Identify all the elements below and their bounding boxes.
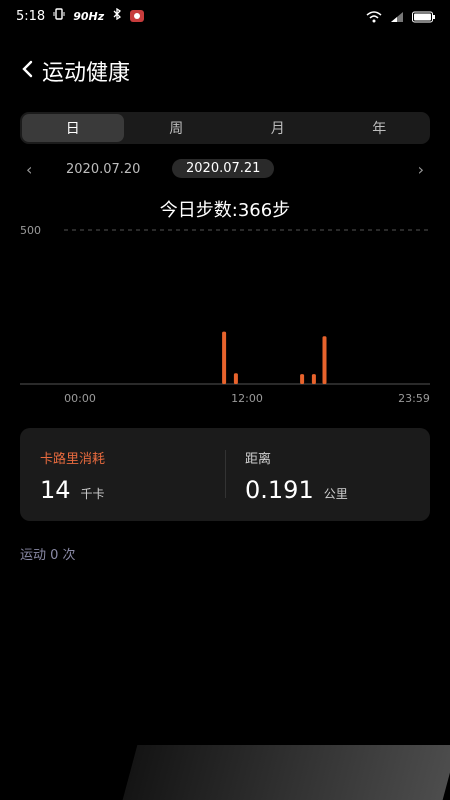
status-right bbox=[366, 8, 436, 27]
vibrate-icon bbox=[53, 8, 65, 24]
step-bar bbox=[222, 331, 227, 384]
tab-day[interactable]: 日 bbox=[22, 114, 124, 142]
calories-section: 卡路里消耗 14 千卡 bbox=[20, 428, 225, 521]
distance-section: 距离 0.191 公里 bbox=[225, 428, 430, 521]
steps-chart: 500 00:00 12:00 23:59 bbox=[20, 224, 430, 405]
distance-label: 距离 bbox=[245, 452, 272, 467]
title-bar: 运动健康 bbox=[20, 54, 130, 88]
battery-icon bbox=[412, 8, 436, 27]
step-bar bbox=[311, 374, 316, 384]
tab-year[interactable]: 年 bbox=[329, 112, 431, 144]
signal-icon bbox=[390, 8, 404, 27]
current-date[interactable]: 2020.07.21 bbox=[172, 159, 275, 178]
calories-value-row: 14 千卡 bbox=[40, 476, 105, 504]
y-max-label: 500 bbox=[20, 224, 41, 237]
x-tick-label: 12:00 bbox=[231, 392, 263, 405]
date-navigation: ‹ 2020.07.20 2020.07.21 › bbox=[20, 156, 430, 184]
step-bar bbox=[300, 374, 305, 384]
status-time: 5:18 bbox=[16, 8, 46, 24]
x-tick-label: 00:00 bbox=[64, 392, 96, 405]
wifi-icon bbox=[366, 8, 382, 27]
tab-week[interactable]: 周 bbox=[126, 112, 228, 144]
prev-date[interactable]: 2020.07.20 bbox=[66, 162, 140, 177]
back-icon[interactable] bbox=[20, 58, 34, 84]
status-bar: 5:18 90Hz bbox=[0, 0, 450, 36]
period-tabs: 日 周 月 年 bbox=[20, 112, 430, 144]
distance-value: 0.191 bbox=[245, 476, 314, 504]
calories-label: 卡路里消耗 bbox=[40, 452, 106, 467]
camera-icon bbox=[130, 10, 145, 22]
exercise-count: 运动 0 次 bbox=[20, 548, 76, 563]
steps-summary: 今日步数:366步 bbox=[159, 200, 291, 221]
page-title: 运动健康 bbox=[42, 61, 131, 86]
distance-unit: 公里 bbox=[323, 487, 348, 501]
bluetooth-icon bbox=[112, 7, 122, 24]
metrics-card: 卡路里消耗 14 千卡 距离 0.191 公里 bbox=[20, 428, 430, 521]
distance-value-row: 0.191 公里 bbox=[245, 476, 348, 504]
calories-unit: 千卡 bbox=[80, 487, 105, 501]
step-bar bbox=[322, 336, 327, 384]
bottom-gesture-area bbox=[122, 745, 450, 800]
step-bar bbox=[233, 373, 238, 384]
tab-month[interactable]: 月 bbox=[227, 112, 329, 144]
calories-value: 14 bbox=[40, 476, 71, 504]
refresh-rate: 90Hz bbox=[73, 9, 105, 23]
status-left: 5:18 90Hz bbox=[16, 7, 145, 24]
chevron-right-icon[interactable]: › bbox=[418, 160, 424, 179]
x-tick-label: 23:59 bbox=[398, 392, 430, 405]
x-ticks-group: 00:00 12:00 23:59 bbox=[64, 392, 430, 405]
chevron-left-icon[interactable]: ‹ bbox=[26, 160, 32, 179]
bars-group bbox=[222, 331, 327, 384]
